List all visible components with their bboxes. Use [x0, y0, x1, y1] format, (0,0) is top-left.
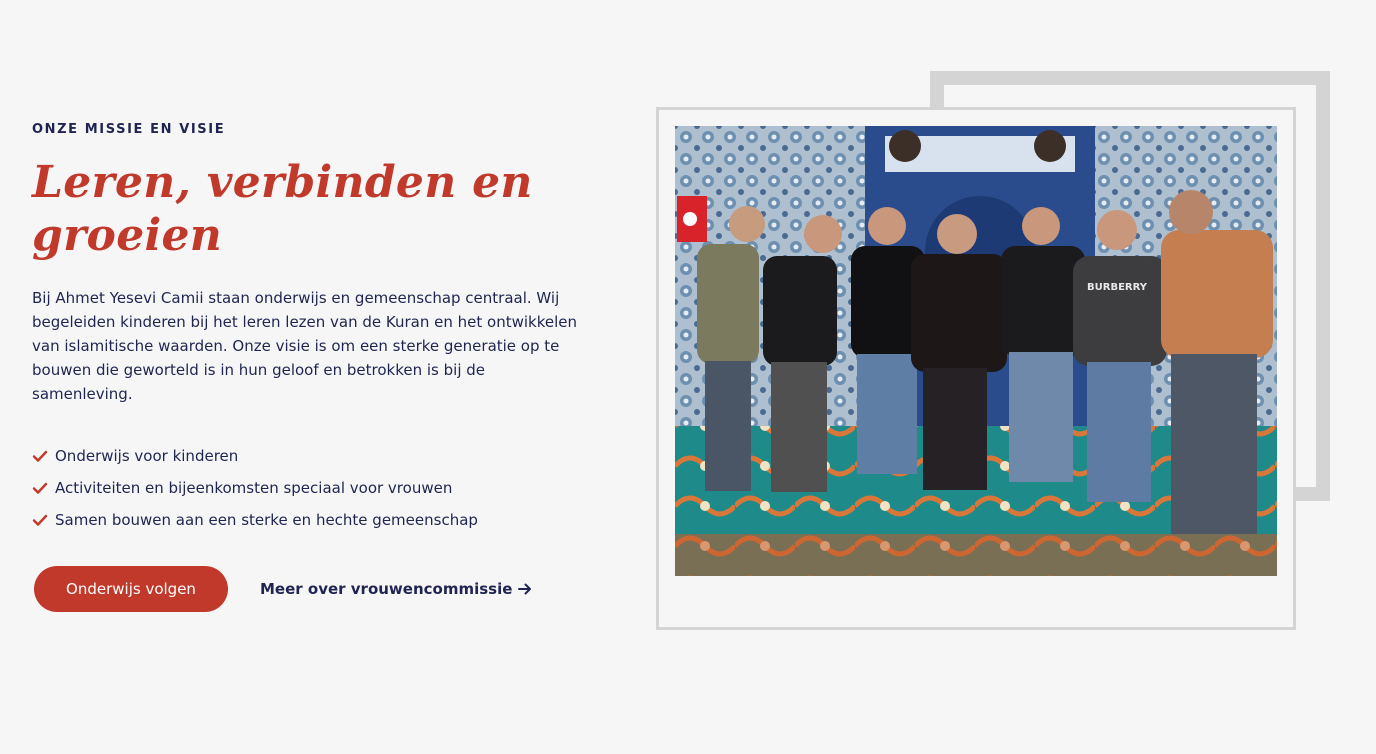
womens-committee-link-label: Meer over vrouwencommissie	[260, 580, 513, 598]
mission-section: ONZE MISSIE EN VISIE Leren, verbinden en…	[0, 0, 1376, 754]
checklist-item: Activiteiten en bijeenkomsten speciaal v…	[32, 472, 478, 504]
section-headline: Leren, verbinden en groeien	[32, 157, 533, 261]
feature-checklist: Onderwijs voor kinderen Activiteiten en …	[32, 440, 478, 536]
womens-committee-link[interactable]: Meer over vrouwencommissie	[260, 580, 532, 598]
group-photo-illustration: BURBERRY	[675, 126, 1277, 576]
checklist-item: Samen bouwen aan een sterke en hechte ge…	[32, 504, 478, 536]
group-photo: BURBERRY	[675, 126, 1277, 576]
shirt-print: BURBERRY	[1087, 282, 1148, 293]
checklist-item: Onderwijs voor kinderen	[32, 440, 478, 472]
check-icon	[32, 480, 48, 496]
section-eyebrow: ONZE MISSIE EN VISIE	[32, 122, 226, 137]
cta-row: Onderwijs volgen Meer over vrouwencommis…	[34, 566, 532, 612]
check-icon	[32, 512, 48, 528]
follow-education-button[interactable]: Onderwijs volgen	[34, 566, 228, 612]
arrow-right-icon	[518, 582, 532, 596]
checklist-item-label: Activiteiten en bijeenkomsten speciaal v…	[55, 479, 453, 497]
checklist-item-label: Samen bouwen aan een sterke en hechte ge…	[55, 511, 478, 529]
checklist-item-label: Onderwijs voor kinderen	[55, 447, 239, 465]
check-icon	[32, 448, 48, 464]
section-body: Bij Ahmet Yesevi Camii staan onderwijs e…	[32, 289, 578, 403]
